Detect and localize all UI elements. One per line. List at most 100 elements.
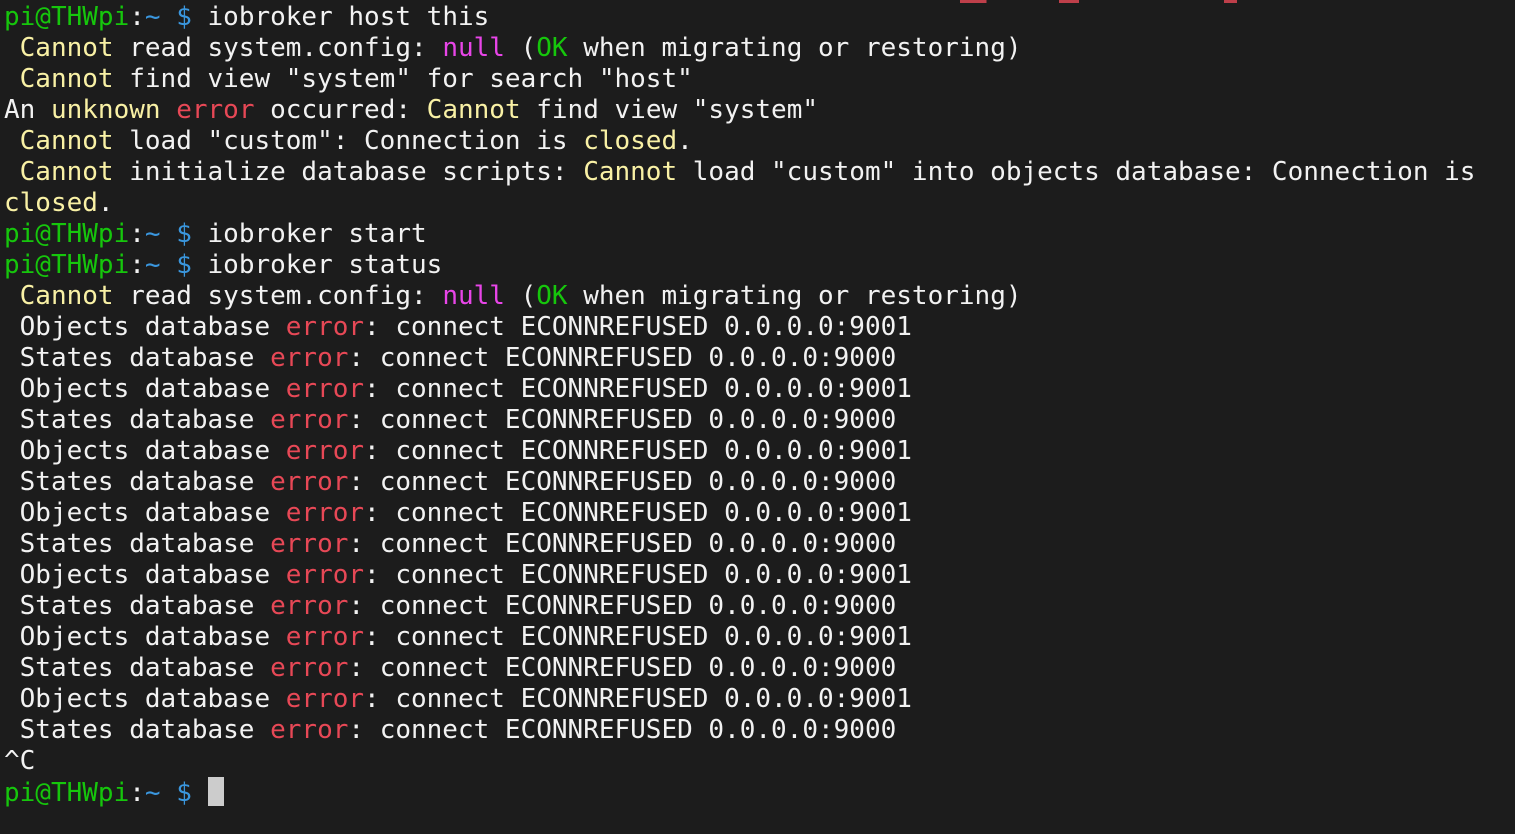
terminal-line: States database error: connect ECONNREFU…	[4, 715, 1475, 746]
terminal-text-segment: error	[285, 374, 365, 404]
terminal-text-segment: find view "system" for search "host"	[113, 64, 693, 94]
terminal-text-segment: Objects database	[4, 374, 286, 404]
terminal-text-segment: error	[270, 653, 349, 683]
terminal-text-segment: States database	[4, 343, 271, 373]
terminal-text-segment: States database	[4, 591, 271, 621]
terminal-cursor	[207, 777, 224, 806]
terminal-line: pi@THWpi:~ $	[4, 777, 1475, 808]
terminal-text-segment: iobroker host this	[191, 2, 490, 32]
terminal-text-segment: error	[270, 715, 349, 745]
terminal-text-segment: ^C	[4, 746, 36, 776]
terminal-line: Objects database error: connect ECONNREF…	[4, 498, 1475, 529]
terminal-window[interactable]: pi@THWpi:~ $ iobroker host this Cannot r…	[0, 0, 1515, 834]
terminal-text-segment: iobroker status	[191, 250, 443, 280]
terminal-text-segment: unknown	[50, 95, 161, 125]
terminal-text-segment: : connect ECONNREFUSED 0.0.0.0:9000	[348, 591, 897, 621]
terminal-text-segment: load "custom": Connection is	[113, 126, 584, 156]
terminal-text-segment: error	[270, 591, 349, 621]
terminal-text-segment: Cannot	[583, 157, 678, 187]
terminal-text-segment: An	[4, 95, 51, 125]
terminal-text-segment: error	[270, 405, 349, 435]
terminal-line: Cannot read system.config: null (OK when…	[4, 33, 1475, 64]
terminal-text-segment: (	[504, 33, 537, 63]
terminal-line: pi@THWpi:~ $ iobroker start	[4, 219, 1475, 250]
terminal-line: An unknown error occurred: Cannot find v…	[4, 95, 1475, 126]
terminal-text-segment: : connect ECONNREFUSED 0.0.0.0:9000	[348, 343, 897, 373]
terminal-line: Objects database error: connect ECONNREF…	[4, 684, 1475, 715]
terminal-line: Objects database error: connect ECONNREF…	[4, 622, 1475, 653]
terminal-text-segment: : connect ECONNREFUSED 0.0.0.0:9001	[364, 560, 912, 590]
terminal-text-segment: .	[677, 126, 693, 156]
terminal-line: closed.	[4, 188, 1475, 219]
terminal-text-segment: ~ $	[144, 219, 192, 249]
terminal-text-segment: iobroker start	[191, 219, 427, 249]
terminal-text-segment: : connect ECONNREFUSED 0.0.0.0:9001	[364, 436, 912, 466]
terminal-text-segment: occurred:	[254, 95, 427, 125]
terminal-text-segment: load "custom" into objects database: Con…	[677, 157, 1476, 187]
terminal-text-segment: pi@THWpi	[4, 778, 130, 808]
terminal-text-segment: error	[285, 560, 365, 590]
terminal-text-segment: : connect ECONNREFUSED 0.0.0.0:9000	[348, 405, 897, 435]
terminal-text-segment: : connect ECONNREFUSED 0.0.0.0:9001	[364, 622, 912, 652]
terminal-text-segment: Objects database	[4, 312, 286, 342]
terminal-text-segment: Objects database	[4, 622, 286, 652]
terminal-text-segment: Objects database	[4, 560, 286, 590]
terminal-line: States database error: connect ECONNREFU…	[4, 467, 1475, 498]
terminal-text-segment: when migrating or restoring)	[567, 281, 1022, 311]
terminal-text-segment: :	[129, 778, 145, 808]
terminal-text-segment: when migrating or restoring)	[567, 33, 1022, 63]
terminal-line: Objects database error: connect ECONNREF…	[4, 436, 1475, 467]
terminal-text-segment: error	[285, 436, 365, 466]
terminal-text-segment: error	[285, 312, 365, 342]
terminal-text-segment: Objects database	[4, 436, 286, 466]
terminal-text-segment: .	[97, 188, 114, 218]
terminal-text-segment: :	[129, 2, 145, 32]
terminal-text-segment: :	[129, 219, 145, 249]
terminal-text-segment: Cannot	[19, 126, 114, 156]
terminal-text-segment: error	[270, 343, 349, 373]
terminal-text-segment: Cannot	[19, 157, 114, 187]
terminal-text-segment: closed	[4, 188, 98, 218]
terminal-line: Cannot load "custom": Connection is clos…	[4, 126, 1475, 157]
terminal-text-segment: error	[176, 95, 255, 125]
terminal-text-segment: : connect ECONNREFUSED 0.0.0.0:9001	[364, 684, 912, 714]
terminal-text-segment: error	[285, 622, 365, 652]
terminal-text-segment: read system.config:	[113, 33, 443, 63]
terminal-text-segment: error	[270, 529, 349, 559]
terminal-line: Objects database error: connect ECONNREF…	[4, 374, 1475, 405]
terminal-line: Objects database error: connect ECONNREF…	[4, 560, 1475, 591]
terminal-text-segment: :	[129, 250, 145, 280]
terminal-text-segment: : connect ECONNREFUSED 0.0.0.0:9001	[364, 374, 912, 404]
terminal-line: ^C	[4, 746, 1475, 777]
terminal-line: Cannot initialize database scripts: Cann…	[4, 157, 1476, 188]
terminal-line: States database error: connect ECONNREFU…	[4, 343, 1475, 374]
terminal-output[interactable]: pi@THWpi:~ $ iobroker host this Cannot r…	[4, 2, 1475, 808]
terminal-text-segment: read system.config:	[113, 281, 443, 311]
terminal-text-segment: OK	[536, 33, 568, 63]
terminal-text-segment: Cannot	[19, 64, 114, 94]
terminal-text-segment: ~ $	[144, 2, 192, 32]
terminal-text-segment: closed	[583, 126, 678, 156]
terminal-line: pi@THWpi:~ $ iobroker status	[4, 250, 1475, 281]
terminal-text-segment: null	[442, 33, 505, 63]
terminal-text-segment: : connect ECONNREFUSED 0.0.0.0:9001	[364, 312, 912, 342]
terminal-line: States database error: connect ECONNREFU…	[4, 405, 1475, 436]
terminal-text-segment: States database	[4, 529, 271, 559]
terminal-text-segment: : connect ECONNREFUSED 0.0.0.0:9000	[348, 467, 897, 497]
terminal-text-segment: States database	[4, 653, 271, 683]
terminal-text-segment: Cannot	[19, 33, 114, 63]
terminal-line: Cannot find view "system" for search "ho…	[4, 64, 1475, 95]
terminal-text-segment: States database	[4, 405, 271, 435]
terminal-text-segment: OK	[536, 281, 568, 311]
terminal-text-segment: Objects database	[4, 684, 286, 714]
terminal-text-segment: error	[285, 684, 365, 714]
terminal-text-segment: pi@THWpi	[4, 219, 130, 249]
terminal-text-segment: pi@THWpi	[4, 250, 130, 280]
